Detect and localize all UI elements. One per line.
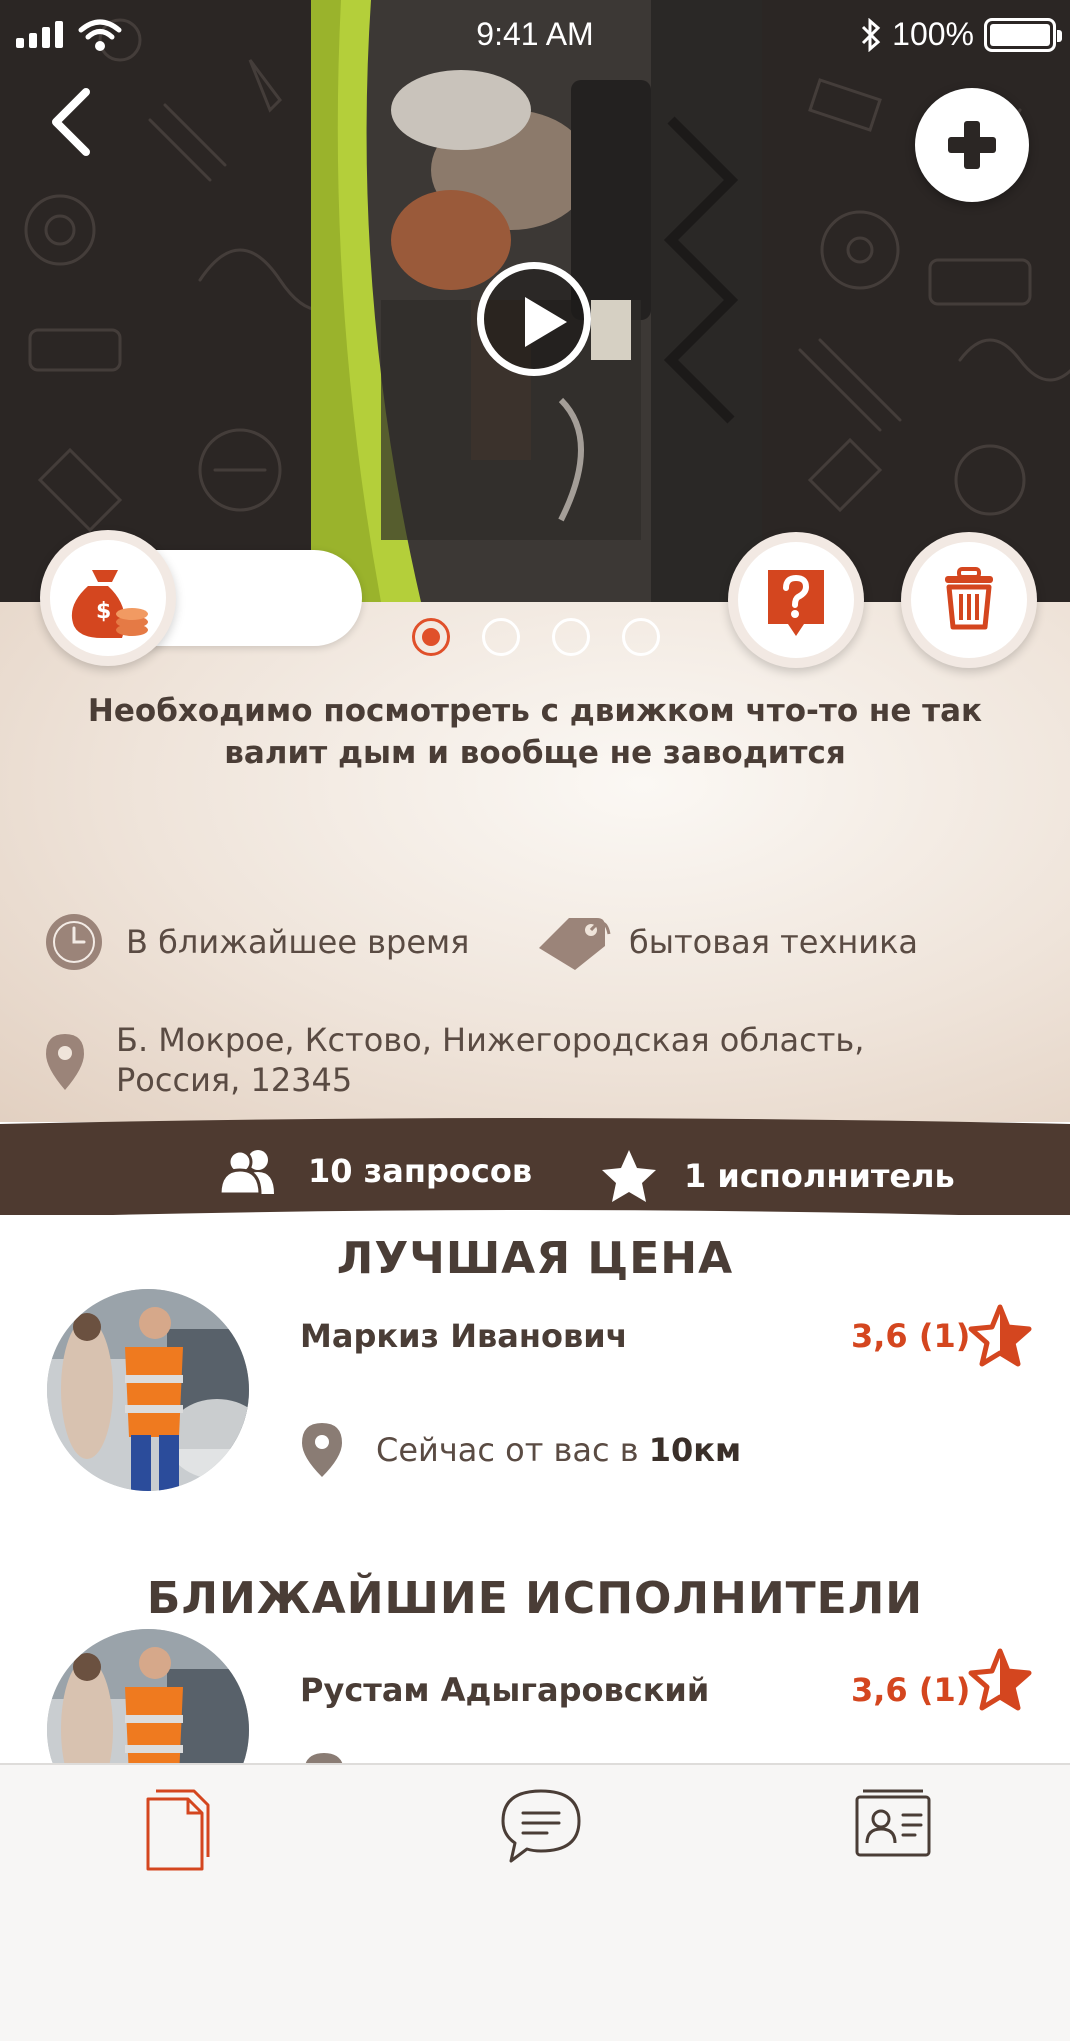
order-description: Необходимо посмотреть с движком что-то н… [87,693,983,771]
star-icon [602,1150,656,1202]
requests-count-text: 10 запросов [308,1152,533,1190]
order-category: бытовая техника [535,912,918,972]
favorite-star-icon[interactable] [967,1303,1033,1367]
status-bar: 9:41 AM 100% [0,0,1070,70]
worker-distance: Сейчас от вас в 10км [300,1421,741,1479]
favorite-star-icon[interactable] [967,1647,1033,1711]
gallery-pagination [412,618,660,656]
order-category-text: бытовая техника [629,923,919,961]
help-button[interactable] [728,532,864,668]
distance-prefix: Сейчас от вас в [376,1431,639,1469]
documents-icon [146,1789,210,1871]
worker-rating: 3,6 (1) [851,1317,971,1355]
add-button[interactable] [915,88,1029,202]
order-address-text: Б. Мокрое, Кстово, Нижегородская область… [116,1021,865,1099]
tab-profile[interactable] [833,1785,953,1895]
distance-value: 10км [648,1431,742,1469]
question-icon [768,570,824,636]
order-time-text: В ближайшее время [126,923,470,961]
nearest-title: БЛИЖАЙШИЕ ИСПОЛНИТЕЛИ [146,1573,924,1624]
pagination-dot-2[interactable] [482,618,520,656]
bottom-tab-bar [0,1763,1070,2041]
worker-name[interactable]: Маркиз Иванович [300,1317,628,1355]
money-bag-icon: $ [71,570,148,638]
worker-avatar[interactable] [47,1629,249,1765]
best-price-title: ЛУЧШАЯ ЦЕНА [336,1233,734,1284]
requests-count[interactable]: 10 запросов [218,1148,532,1194]
best-price-section: ЛУЧШАЯ ЦЕНА Маркиз Иванович 3,6 (1) Сейч… [0,1215,1070,1537]
users-icon [218,1149,274,1194]
clock-icon [46,914,102,970]
tab-chat[interactable] [481,1785,601,1895]
location-pin-icon [46,1034,84,1090]
battery-icon [984,17,1062,52]
worker-rating: 3,6 (1) [851,1671,971,1709]
id-card-icon [855,1789,931,1857]
tag-icon [539,918,611,970]
price-badge: $ [40,530,176,666]
svg-text:$: $ [96,599,111,624]
delete-button[interactable] [901,532,1037,668]
tab-orders[interactable] [118,1785,238,1895]
order-time: В ближайшее время [44,912,469,972]
pagination-dot-4[interactable] [622,618,660,656]
back-icon[interactable] [44,86,104,158]
chat-bubble-icon [501,1789,581,1863]
pagination-dot-1[interactable] [412,618,450,656]
executors-count-text: 1 исполнитель [684,1157,955,1195]
order-address: Б. Мокрое, Кстово, Нижегородская область… [44,1020,936,1100]
battery-percent: 100% [892,16,974,52]
trash-icon [945,567,993,630]
pagination-dot-3[interactable] [552,618,590,656]
play-video-button[interactable] [477,262,591,376]
worker-name[interactable]: Рустам Адыгаровский [300,1671,709,1709]
worker-avatar[interactable] [47,1289,249,1491]
executors-count[interactable]: 1 исполнитель [600,1148,955,1204]
bluetooth-icon [862,17,881,52]
media-header: 9:41 AM 100% [0,0,1070,602]
nearest-executors-section: БЛИЖАЙШИЕ ИСПОЛНИТЕЛИ Рустам Адыгаровски… [0,1537,1070,1765]
location-pin-icon [302,1423,342,1477]
